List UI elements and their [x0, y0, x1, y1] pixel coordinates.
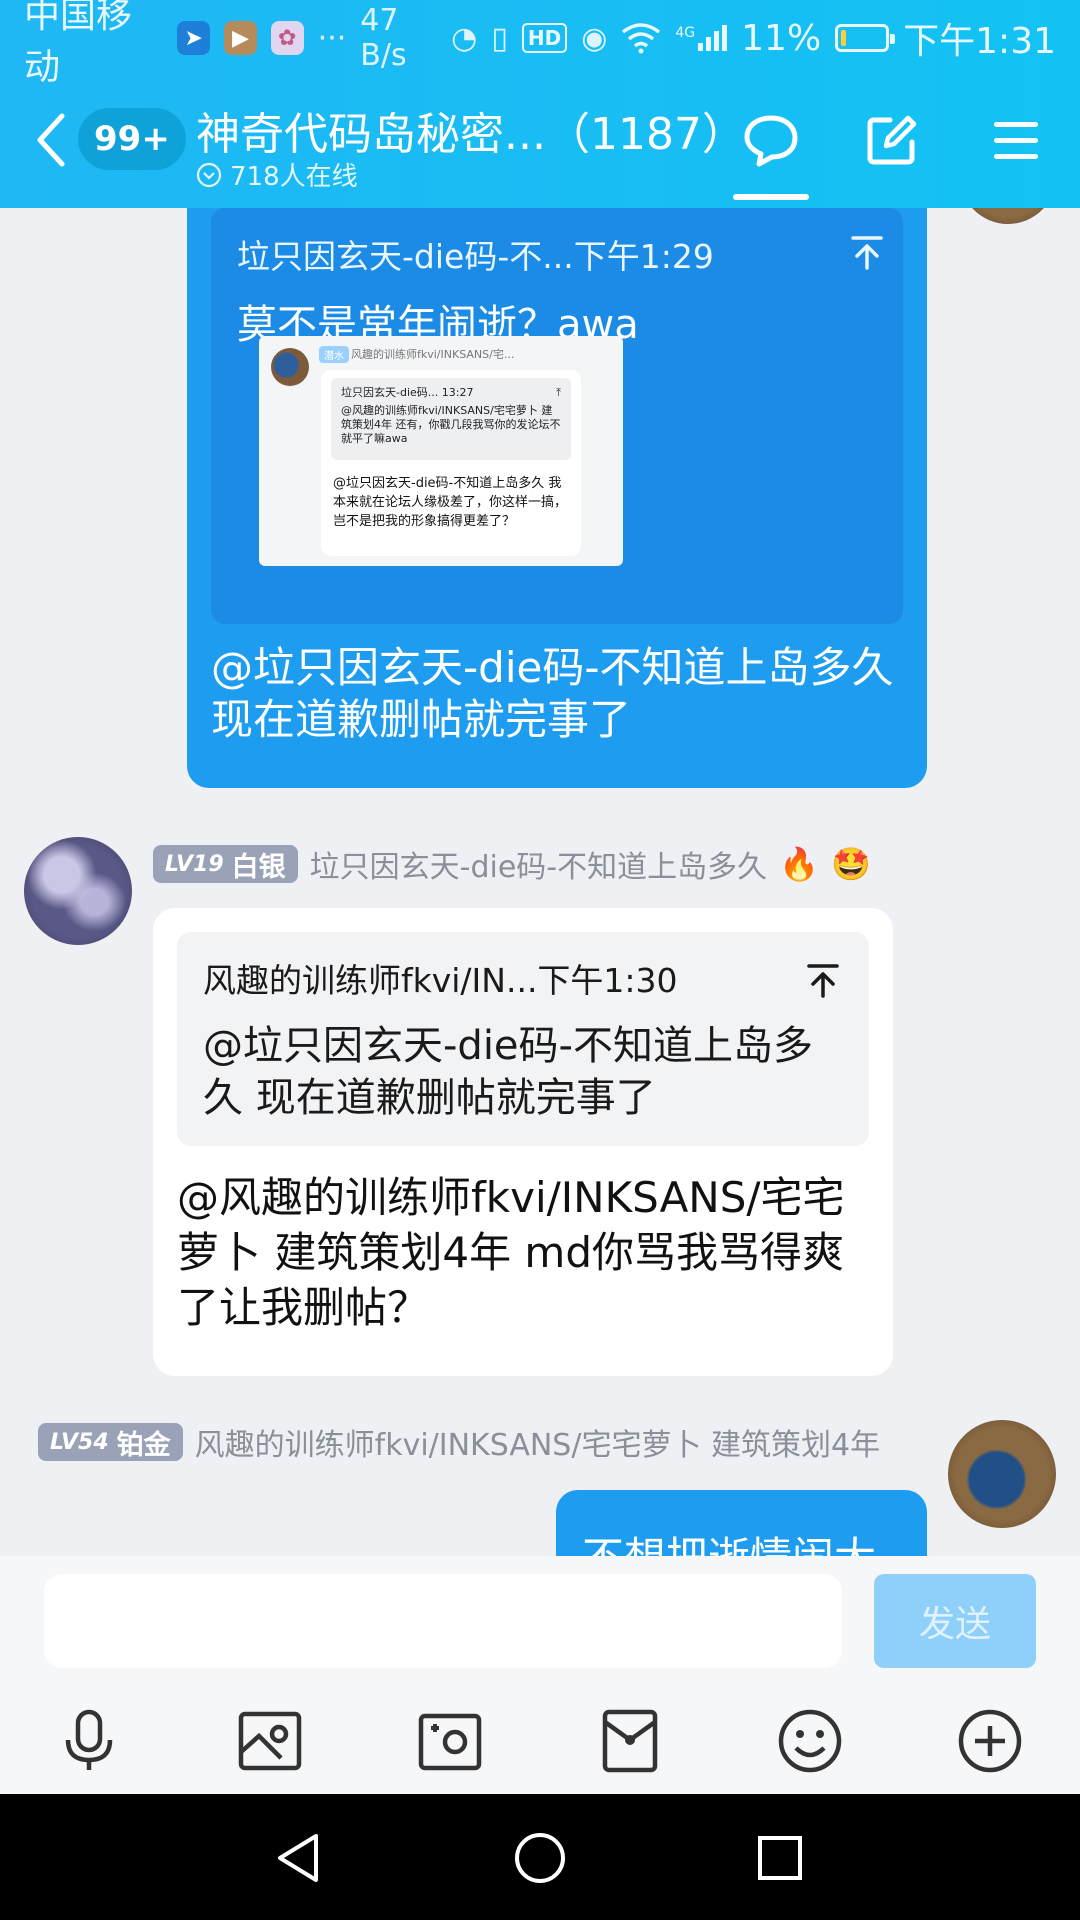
notification-app-icon: ➤	[177, 21, 210, 55]
vibrate-icon: ▯	[491, 20, 508, 56]
outgoing-message-bubble[interactable]: 垃只因玄天-die码-不...下午1:29 莫不是常年闹逝？awa 潜水 风趣的…	[187, 208, 927, 788]
quoted-message[interactable]: 垃只因玄天-die码-不...下午1:29 莫不是常年闹逝？awa 潜水 风趣的…	[211, 208, 903, 624]
circle-home-icon	[515, 1833, 565, 1883]
cell-signal-icon: 4G	[675, 25, 728, 51]
compose-post-button[interactable]	[862, 110, 922, 170]
fire-badge-icon: 🔥	[779, 845, 819, 883]
online-count-label: 718人在线	[230, 162, 358, 192]
status-badge: 潜水	[319, 346, 349, 363]
microphone-icon	[65, 1709, 113, 1770]
red-packet-button[interactable]	[595, 1706, 665, 1776]
nav-recents-button[interactable]	[752, 1830, 808, 1886]
wifi-icon	[622, 23, 661, 54]
notification-video-icon: ▶	[223, 21, 257, 55]
outgoing-message-bubble[interactable]: 不想把逝情闹大	[556, 1490, 927, 1556]
online-count[interactable]: 718人在线	[196, 156, 358, 193]
quoted-message-meta: 风趣的训练师fkvi/IN...下午1:30	[203, 961, 678, 1000]
menu-button[interactable]	[986, 110, 1046, 170]
level-badge: LV19 白银	[153, 845, 298, 883]
message-input[interactable]	[44, 1574, 842, 1668]
back-button[interactable]	[30, 110, 70, 170]
network-speed: 47 B/s	[360, 3, 407, 73]
quoted-message: 垃只因玄天-die码... 13:27 ⤒ @风趣的训练师fkvi/INKSAN…	[331, 378, 571, 460]
more-notifications: ···	[317, 20, 347, 56]
nav-back-button[interactable]	[272, 1830, 328, 1886]
incoming-message-bubble[interactable]: 风趣的训练师fkvi/IN...下午1:30 @垃只因玄天-die码-不知道上岛…	[153, 908, 893, 1376]
message-text: @垃只因玄天-die码-不知道上岛多久 我本来就在论坛人缘极差了，你这样一搞，岂…	[333, 476, 568, 529]
quoted-message-meta: 垃只因玄天-die码-不...下午1:29	[237, 237, 714, 276]
status-bar: 中国移动 ➤ ▶ ✿ ··· 47 B/s ◔ ▯ HD ◉ 4G 11% 下午…	[0, 0, 1080, 88]
camera-icon	[418, 1713, 482, 1771]
hd-icon: HD	[521, 23, 568, 53]
more-options-button[interactable]	[955, 1706, 1025, 1776]
system-nav-bar	[0, 1794, 1080, 1920]
quoted-image-thumbnail[interactable]: 潜水 风趣的训练师fkvi/INKSANS/宅... 垃只因玄天-die码...…	[259, 336, 623, 566]
avatar[interactable]	[948, 1420, 1056, 1528]
active-tab-indicator	[733, 194, 809, 200]
sender-row: LV19 白银 垃只因玄天-die码-不知道上岛多久 🔥 🤩	[153, 842, 871, 886]
chat-bubble-icon	[744, 115, 798, 167]
plus-icon	[958, 1709, 1022, 1773]
triangle-back-icon	[278, 1834, 318, 1882]
avatar[interactable]	[960, 208, 1056, 224]
quoted-message[interactable]: 风趣的训练师fkvi/IN...下午1:30 @垃只因玄天-die码-不知道上岛…	[177, 932, 869, 1146]
avatar	[271, 348, 309, 386]
battery-percent: 11%	[741, 17, 822, 59]
battery-icon	[835, 24, 896, 52]
sender-name[interactable]: 风趣的训练师fkvi/INKSANS/宅宅萝卜 建筑策划4年	[195, 1420, 880, 1464]
square-recents-icon	[758, 1836, 802, 1880]
chevron-down-circle-icon	[196, 162, 222, 187]
input-bar: 发送	[0, 1556, 1080, 1794]
red-packet-icon	[602, 1709, 658, 1773]
chevron-left-icon	[37, 113, 65, 167]
notification-social-icon: ✿	[270, 21, 304, 55]
jump-to-quote-icon[interactable]	[847, 232, 887, 272]
chat-title[interactable]: 神奇代码岛秘密...（1187）	[196, 98, 746, 162]
sender-name[interactable]: 垃只因玄天-die码-不知道上岛多久	[310, 842, 768, 886]
level-badge: LV54 铂金	[38, 1423, 183, 1461]
message-card: 垃只因玄天-die码... 13:27 ⤒ @风趣的训练师fkvi/INKSAN…	[321, 370, 581, 556]
avatar[interactable]	[24, 837, 132, 945]
nav-home-button[interactable]	[512, 1830, 568, 1886]
sender-row: LV54 铂金 风趣的训练师fkvi/INKSANS/宅宅萝卜 建筑策划4年	[38, 1420, 880, 1464]
voice-button[interactable]	[54, 1706, 124, 1776]
message-text: @垃只因玄天-die码-不知道上岛多久 现在道歉删帖就完事了	[211, 643, 894, 744]
quoted-message-meta: 垃只因玄天-die码... 13:27	[341, 386, 474, 399]
message-text: 不想把逝情闹大	[582, 1524, 876, 1556]
message-list[interactable]: 垃只因玄天-die码-不...下午1:29 莫不是常年闹逝？awa 潜水 风趣的…	[0, 208, 1080, 1556]
jump-to-quote-icon[interactable]	[803, 960, 843, 1000]
edit-icon	[867, 115, 917, 165]
send-button[interactable]: 发送	[874, 1574, 1036, 1668]
app-header: 中国移动 ➤ ▶ ✿ ··· 47 B/s ◔ ▯ HD ◉ 4G 11% 下午…	[0, 0, 1080, 208]
emoji-button[interactable]	[775, 1706, 845, 1776]
data-saver-icon: ◔	[451, 20, 478, 56]
quoted-message-text: @垃只因玄天-die码-不知道上岛多久 现在道歉删帖就完事了	[203, 1023, 813, 1121]
eye-comfort-icon: ◉	[581, 20, 608, 56]
unread-count-badge[interactable]: 99+	[78, 108, 186, 170]
message-text: @风趣的训练师fkvi/INKSANS/宅宅萝卜 建筑策划4年 md你骂我骂得爽…	[177, 1173, 845, 1332]
clock: 下午1:31	[903, 21, 1056, 62]
sender-name: 风趣的训练师fkvi/INKSANS/宅...	[351, 348, 515, 361]
jump-to-quote-icon: ⤒	[556, 386, 561, 399]
emoji-icon	[778, 1709, 842, 1773]
title-bar: 99+ 神奇代码岛秘密...（1187） 718人在线	[0, 80, 1080, 208]
carrier-name: 中国移动	[24, 0, 133, 88]
gallery-button[interactable]	[235, 1706, 305, 1776]
quoted-message-text: @风趣的训练师fkvi/INKSANS/宅宅萝卜 建筑策划4年 还有，你戳几段我…	[341, 404, 561, 445]
image-icon	[238, 1711, 302, 1771]
camera-button[interactable]	[415, 1706, 485, 1776]
chat-tab-button[interactable]	[741, 110, 801, 170]
hamburger-menu-icon	[994, 122, 1038, 159]
star-face-badge-icon: 🤩	[830, 845, 871, 883]
